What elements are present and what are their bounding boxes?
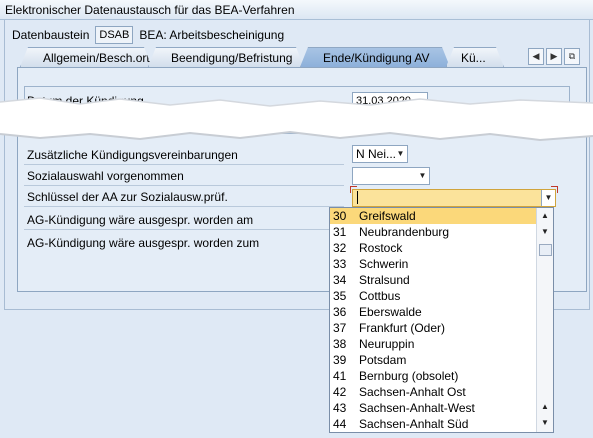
list-item-name: Neubrandenburg xyxy=(359,225,450,239)
list-item[interactable]: 33 Schwerin xyxy=(330,256,538,272)
arrow-right-icon[interactable]: ▶ xyxy=(546,48,562,65)
dropdown-zusaetzliche-vereinbarungen[interactable]: N Nei... ▼ xyxy=(352,145,408,163)
datenbaustein-code: DSAB xyxy=(95,26,134,44)
tab-allgemein[interactable]: Allgemein/Besch.ort xyxy=(20,47,152,67)
dropdown-schluessel-aa[interactable]: ▼ xyxy=(352,189,556,207)
tab-navigation: ◀ ▶ ⧉ xyxy=(528,48,580,65)
tab-list-icon[interactable]: ⧉ xyxy=(564,48,580,65)
list-item[interactable]: 37 Frankfurt (Oder) xyxy=(330,320,538,336)
list-item-code: 42 xyxy=(333,385,347,399)
list-item[interactable]: 36 Eberswalde xyxy=(330,304,538,320)
chevron-down-icon[interactable]: ▼ xyxy=(537,416,553,430)
dropdown-sozialauswahl[interactable]: ▼ xyxy=(352,167,430,185)
label-schluessel-aa: Schlüssel der AA zur Sozialausw.prüf. xyxy=(27,190,228,204)
datenbaustein-row: Datenbaustein DSAB BEA: Arbeitsbescheini… xyxy=(12,26,284,44)
scrollbar-thumb[interactable] xyxy=(539,244,552,256)
list-item-code: 43 xyxy=(333,401,347,415)
list-item-code: 35 xyxy=(333,289,347,303)
list-item[interactable]: 31 Neubrandenburg xyxy=(330,224,538,240)
list-item[interactable]: 35 Cottbus xyxy=(330,288,538,304)
list-item-name: Stralsund xyxy=(359,273,410,287)
scrollbar[interactable]: ▲ ▼ ▲ ▼ xyxy=(536,208,553,432)
list-item-code: 39 xyxy=(333,353,347,367)
list-item[interactable]: 38 Neuruppin xyxy=(330,336,538,352)
list-item[interactable]: 39 Potsdam xyxy=(330,352,538,368)
list-item-name: Potsdam xyxy=(359,353,407,367)
list-item-code: 34 xyxy=(333,273,347,287)
chevron-up-icon[interactable]: ▲ xyxy=(537,209,553,223)
list-item-name: Frankfurt (Oder) xyxy=(359,321,446,335)
list-item[interactable]: 44 Sachsen-Anhalt Süd xyxy=(330,416,538,432)
row-separator xyxy=(24,206,344,207)
label-ag-kuendigung-zum: AG-Kündigung wäre ausgespr. worden zum xyxy=(27,236,260,250)
list-item-name: Sachsen-Anhalt Ost xyxy=(359,385,466,399)
list-item-name: Sachsen-Anhalt Süd xyxy=(359,417,469,431)
tab-kuendigung-more[interactable]: Kü... xyxy=(446,47,504,67)
dropdown-popup-list[interactable]: 30 Greifswald 31 Neubrandenburg 32 Rostock 33 S… xyxy=(329,207,554,433)
required-marker xyxy=(551,186,558,193)
list-item[interactable]: 42 Sachsen-Anhalt Ost xyxy=(330,384,538,400)
list-item-code: 31 xyxy=(333,225,347,239)
list-item-name: Sachsen-Anhalt-West xyxy=(359,401,475,415)
text-cursor xyxy=(357,191,358,204)
datenbaustein-label: Datenbaustein xyxy=(12,28,90,42)
chevron-down-icon[interactable]: ▼ xyxy=(416,168,429,184)
list-item-name: Rostock xyxy=(359,241,403,255)
tab-ende-kuendigung[interactable]: Ende/Kündigung AV xyxy=(300,47,450,67)
torn-edge-overlay xyxy=(0,97,593,142)
chevron-down-icon[interactable]: ▼ xyxy=(394,146,407,162)
list-item-code: 32 xyxy=(333,241,347,255)
list-item-name: Neuruppin xyxy=(359,337,415,351)
tab-beendigung[interactable]: Beendigung/Befristung xyxy=(148,47,304,67)
row-separator xyxy=(24,229,344,230)
row-separator xyxy=(24,185,344,186)
chevron-up-icon[interactable]: ▲ xyxy=(537,400,553,414)
list-item-code: 38 xyxy=(333,337,347,351)
list-item-name: Eberswalde xyxy=(359,305,422,319)
list-item-code: 36 xyxy=(333,305,347,319)
window-title: Elektronischer Datenaustausch für das BE… xyxy=(0,0,593,20)
row-separator xyxy=(24,164,344,165)
list-item-name: Cottbus xyxy=(359,289,401,303)
arrow-left-icon[interactable]: ◀ xyxy=(528,48,544,65)
tabstrip: Allgemein/Besch.ort Beendigung/Befristun… xyxy=(20,47,500,68)
list-item-code: 30 xyxy=(333,209,347,223)
list-item[interactable]: 30 Greifswald xyxy=(330,208,538,224)
label-sozialauswahl: Sozialauswahl vorgenommen xyxy=(27,169,184,183)
list-item-code: 33 xyxy=(333,257,347,271)
label-zusaetzliche-vereinbarungen: Zusätzliche Kündigungsvereinbarungen xyxy=(27,148,238,162)
list-item[interactable]: 34 Stralsund xyxy=(330,272,538,288)
list-item-code: 44 xyxy=(333,417,347,431)
required-marker xyxy=(350,186,357,193)
label-ag-kuendigung-am: AG-Kündigung wäre ausgespr. worden am xyxy=(27,213,254,227)
list-item[interactable]: 43 Sachsen-Anhalt-West xyxy=(330,400,538,416)
list-item-code: 41 xyxy=(333,369,347,383)
list-item[interactable]: 32 Rostock xyxy=(330,240,538,256)
list-item-name: Greifswald xyxy=(359,209,416,223)
list-item-name: Schwerin xyxy=(359,257,409,271)
dropdown-value: N Nei... xyxy=(356,147,397,161)
datenbaustein-description: BEA: Arbeitsbescheinigung xyxy=(139,28,285,42)
list-item[interactable]: 41 Bernburg (obsolet) xyxy=(330,368,538,384)
list-item-code: 37 xyxy=(333,321,347,335)
list-item-name: Bernburg (obsolet) xyxy=(359,369,459,383)
chevron-down-icon[interactable]: ▼ xyxy=(537,225,553,239)
